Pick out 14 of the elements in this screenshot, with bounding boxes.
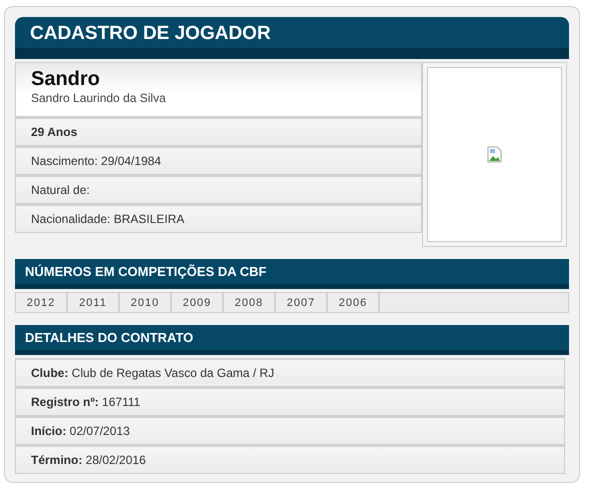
section-title: NÚMEROS EM COMPETIÇÕES DA CBF xyxy=(25,263,266,281)
broken-image-icon xyxy=(486,146,502,163)
page-title: CADASTRO DE JOGADOR xyxy=(30,22,271,46)
player-name: Sandro xyxy=(31,67,101,91)
section-title: DETALHES DO CONTRATO xyxy=(25,329,194,347)
player-full-name: Sandro Laurindo da Silva xyxy=(31,91,167,105)
contract-detail: Clube: Club de Regatas Vasco da Gama / RJ xyxy=(31,366,274,380)
info-row: Nacionalidade: BRASILEIRA xyxy=(15,204,422,233)
info-row: Nascimento: 29/04/1984 xyxy=(15,146,422,175)
contract-detail: Início: 02/07/2013 xyxy=(31,424,130,438)
contract-detail: Término: 28/02/2016 xyxy=(31,453,146,467)
info-row: 29 Anos xyxy=(15,117,422,146)
contract-detail: Registro nº: 167111 xyxy=(31,395,140,409)
info-row: Natural de: xyxy=(15,175,422,204)
